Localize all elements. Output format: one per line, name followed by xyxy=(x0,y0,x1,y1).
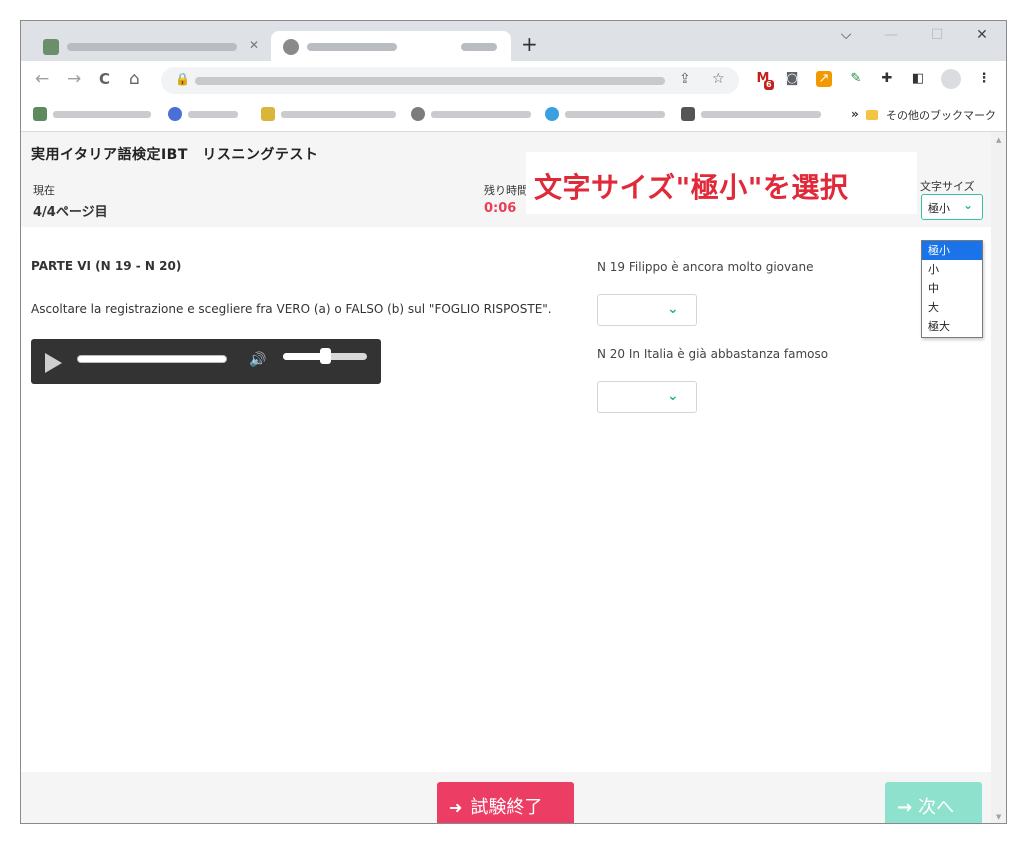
tab-search-icon[interactable]: ⌵ xyxy=(826,27,866,43)
bookmark-star-icon[interactable]: ☆ xyxy=(712,71,725,87)
tab-favicon xyxy=(283,39,299,55)
font-size-selected: 極小 xyxy=(928,202,950,215)
current-page-label: 現在 xyxy=(33,184,55,197)
address-bar[interactable]: 🔒 ⇪ ☆ xyxy=(161,67,739,94)
bookmark-label-blurred xyxy=(188,111,238,118)
next-label: 次へ xyxy=(918,797,955,818)
font-size-dropdown: 極小 小 中 大 極大 xyxy=(921,240,983,338)
exam-header: 実用イタリア語検定IBT リスニングテスト 現在 4/4ページ目 残り時間 0:… xyxy=(21,132,991,227)
page-content: 実用イタリア語検定IBT リスニングテスト 現在 4/4ページ目 残り時間 0:… xyxy=(21,132,991,823)
volume-fill xyxy=(283,353,325,360)
font-size-label: 文字サイズ xyxy=(920,180,975,193)
audio-progress-track[interactable] xyxy=(77,355,227,363)
chevron-down-icon: ⌄ xyxy=(667,301,679,317)
window-close-icon[interactable]: ✕ xyxy=(962,27,1002,43)
footer-bar: ➜ 試験終了 → 次へ xyxy=(21,772,991,823)
gmail-extension-icon[interactable]: M6 xyxy=(754,70,774,90)
part-title: PARTE VI (N 19 - N 20) xyxy=(31,259,182,273)
bookmark-label-blurred xyxy=(431,111,531,118)
reload-icon[interactable]: C xyxy=(99,70,110,88)
next-button[interactable]: → 次へ xyxy=(885,782,982,823)
menu-icon[interactable]: ⋮ xyxy=(975,70,993,88)
font-size-select[interactable]: 極小 ⌄ xyxy=(921,194,983,220)
home-icon[interactable]: ⌂ xyxy=(129,69,140,89)
chevron-down-icon: ⌄ xyxy=(667,388,679,404)
tab-title-blurred xyxy=(67,43,237,51)
arrow-right-icon: → xyxy=(897,797,913,818)
lock-icon: 🔒 xyxy=(175,72,190,86)
scroll-up-icon[interactable]: ▲ xyxy=(996,136,1001,144)
chevron-down-icon: ⌄ xyxy=(962,198,973,212)
close-icon[interactable]: ✕ xyxy=(249,38,259,52)
page-scrollbar[interactable]: ▲ ▼ xyxy=(991,132,1006,823)
volume-thumb[interactable] xyxy=(319,348,331,364)
share-icon[interactable]: ⇪ xyxy=(679,71,691,87)
bookmark-icon xyxy=(545,107,559,121)
annotation-callout: 文字サイズ"極小"を選択 xyxy=(526,152,917,214)
sidebar-icon[interactable]: ◧ xyxy=(909,70,927,88)
bookmark-label-blurred xyxy=(565,111,665,118)
camera-icon[interactable]: ◙ xyxy=(783,70,801,88)
pen-icon[interactable]: ✎ xyxy=(847,70,865,88)
gmail-badge: 6 xyxy=(764,80,774,90)
end-exam-label: 試験終了 xyxy=(470,797,543,818)
tab-inactive[interactable]: ✕ xyxy=(31,31,269,61)
minimize-icon[interactable]: — xyxy=(871,27,911,43)
audio-player: 🔊 xyxy=(31,339,381,384)
remaining-time-label: 残り時間 xyxy=(484,184,528,197)
instructions: Ascoltare la registrazione e scegliere f… xyxy=(31,302,552,316)
browser-toolbar: ← → C ⌂ 🔒 ⇪ ☆ M6 ◙ ↗ ✎ ✚ ◧ ⋮ xyxy=(21,61,1006,99)
extensions-icon[interactable]: ✚ xyxy=(878,70,896,88)
forward-icon[interactable]: → xyxy=(67,69,81,89)
bookmarks-bar: » その他のブックマーク xyxy=(21,99,1006,132)
bookmark-icon xyxy=(411,107,425,121)
new-tab-button[interactable]: + xyxy=(521,32,538,56)
current-page-value: 4/4ページ目 xyxy=(33,205,108,220)
maximize-icon[interactable]: ☐ xyxy=(917,27,957,43)
sign-out-icon: ➜ xyxy=(449,798,463,817)
tab-active[interactable] xyxy=(271,31,511,61)
url-blurred xyxy=(195,77,665,85)
profile-avatar[interactable] xyxy=(941,69,961,89)
bookmark-icon xyxy=(261,107,275,121)
bookmark-icon xyxy=(681,107,695,121)
font-size-option[interactable]: 中 xyxy=(922,279,982,298)
font-size-option[interactable]: 小 xyxy=(922,260,982,279)
back-icon[interactable]: ← xyxy=(35,69,49,89)
browser-window: ✕ + ⌵ — ☐ ✕ ← → C ⌂ 🔒 ⇪ ☆ M6 ◙ ↗ ✎ ✚ ◧ ⋮ xyxy=(20,20,1007,824)
folder-icon xyxy=(866,110,878,120)
font-size-option[interactable]: 極大 xyxy=(922,317,982,336)
question-label: N 19 Filippo è ancora molto giovane xyxy=(597,260,814,274)
scroll-down-icon[interactable]: ▼ xyxy=(996,813,1001,821)
bookmark-label-blurred xyxy=(281,111,396,118)
other-bookmarks[interactable]: その他のブックマーク xyxy=(866,107,996,123)
tab-title-blurred xyxy=(307,43,397,51)
other-bookmarks-label: その他のブックマーク xyxy=(886,109,996,122)
bookmark-label-blurred xyxy=(701,111,821,118)
volume-icon[interactable]: 🔊 xyxy=(249,352,266,368)
analytics-icon[interactable]: ↗ xyxy=(816,71,832,87)
tab-strip: ✕ + ⌵ — ☐ ✕ xyxy=(21,21,1006,61)
answer-select-19[interactable]: ⌄ xyxy=(597,294,697,326)
play-icon[interactable] xyxy=(45,353,62,373)
bookmark-icon xyxy=(33,107,47,121)
tab-favicon xyxy=(43,39,59,55)
bookmarks-overflow-icon[interactable]: » xyxy=(851,107,859,121)
answer-select-20[interactable]: ⌄ xyxy=(597,381,697,413)
end-exam-button[interactable]: ➜ 試験終了 xyxy=(437,782,574,823)
page-title: 実用イタリア語検定IBT リスニングテスト xyxy=(31,147,319,163)
bookmark-icon xyxy=(168,107,182,121)
bookmark-label-blurred xyxy=(53,111,151,118)
remaining-time-value: 0:06 xyxy=(484,201,517,216)
font-size-option[interactable]: 大 xyxy=(922,298,982,317)
tab-badge-blurred xyxy=(461,43,497,51)
font-size-option[interactable]: 極小 xyxy=(922,241,982,260)
question-label: N 20 In Italia è già abbastanza famoso xyxy=(597,347,829,361)
